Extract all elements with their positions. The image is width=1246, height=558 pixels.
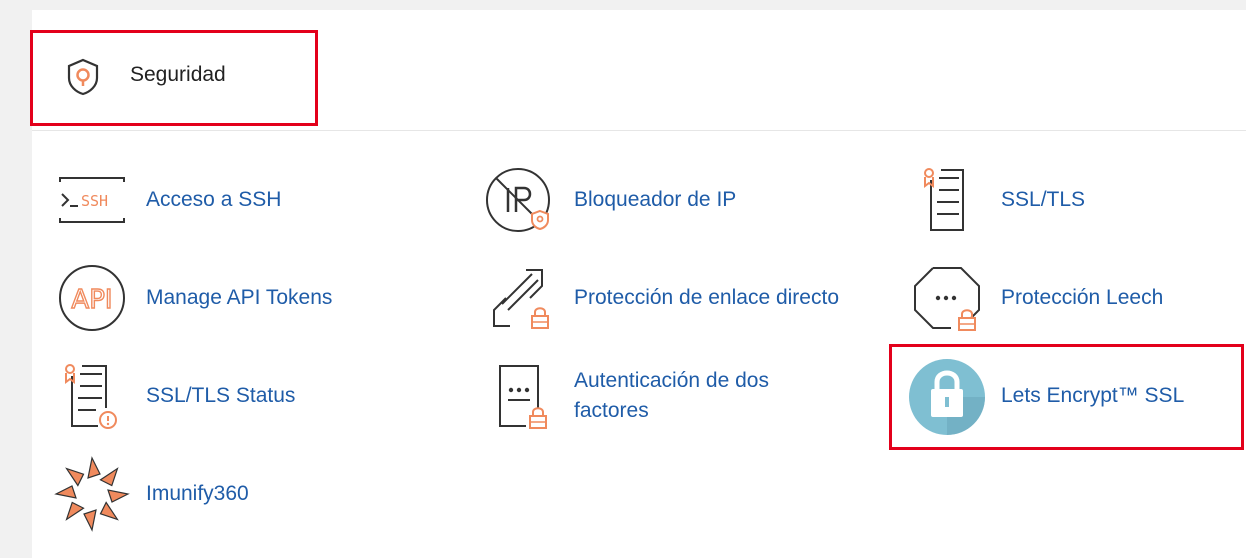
item-ssh-access[interactable]: SSH Acceso a SSH	[52, 160, 281, 240]
certificate-status-icon	[52, 356, 132, 436]
item-label: SSL/TLS	[1001, 188, 1086, 211]
ip-blocker-icon	[480, 160, 560, 240]
padlock-icon	[907, 356, 987, 436]
item-hotlink-protection[interactable]: Protección de enlace directo	[480, 258, 839, 338]
item-label: Lets Encrypt™ SSL	[1001, 384, 1185, 407]
item-label: Protección Leech	[1001, 286, 1164, 309]
item-imunify360[interactable]: Imunify360	[52, 454, 249, 534]
item-ssl-tls[interactable]: SSL/TLS	[907, 160, 1085, 240]
item-leech-protection[interactable]: Protección Leech	[907, 258, 1163, 338]
certificate-icon	[907, 160, 987, 240]
link-lock-icon	[480, 258, 560, 338]
imunify-icon	[52, 454, 132, 534]
item-two-factor[interactable]: Autenticación de dos factores	[480, 356, 834, 436]
leech-lock-icon	[907, 258, 987, 338]
svg-text:SSH: SSH	[81, 192, 108, 210]
item-label: Protección de enlace directo	[574, 286, 839, 309]
item-label: Bloqueador de IP	[574, 188, 737, 211]
item-label: Imunify360	[146, 482, 249, 505]
item-label: Manage API Tokens	[146, 286, 333, 309]
section-title: Seguridad	[130, 63, 226, 86]
two-factor-icon	[480, 356, 560, 436]
api-icon: API	[52, 258, 132, 338]
item-api-tokens[interactable]: API Manage API Tokens	[52, 258, 332, 338]
section-header[interactable]: Seguridad	[32, 30, 1246, 131]
item-label: SSL/TLS Status	[146, 384, 296, 407]
item-label: Autenticación de dos factores	[574, 369, 769, 422]
item-ip-blocker[interactable]: Bloqueador de IP	[480, 160, 736, 240]
item-lets-encrypt[interactable]: Lets Encrypt™ SSL	[907, 356, 1184, 436]
ssh-terminal-icon: SSH	[52, 160, 132, 240]
item-ssl-tls-status[interactable]: SSL/TLS Status	[52, 356, 295, 436]
svg-text:API: API	[71, 285, 112, 315]
item-label: Acceso a SSH	[146, 188, 282, 211]
shield-icon	[66, 58, 100, 96]
